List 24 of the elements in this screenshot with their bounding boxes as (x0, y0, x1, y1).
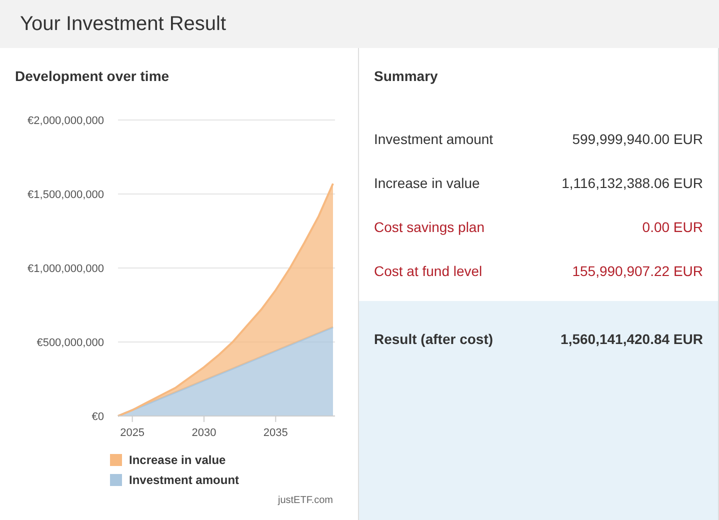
x-axis-label: 2035 (263, 427, 288, 439)
x-axis-label: 2025 (120, 427, 145, 439)
summary-label: Cost savings plan (374, 218, 485, 237)
summary-label: Cost at fund level (374, 262, 482, 280)
result-value: 1,560,141,420.84 EUR (560, 330, 703, 349)
summary-label: Investment amount (374, 130, 494, 148)
y-axis-label: €1,000,000,000 (28, 263, 104, 275)
summary-value: 0.00 EUR (642, 218, 703, 236)
chart-credit: justETF.com (278, 494, 333, 508)
summary-label: Increase in value (374, 174, 480, 192)
summary-value: 1,116,132,388.06 EUR (562, 174, 703, 192)
legend-label: Increase in value (129, 452, 226, 469)
panel-title: Summary (374, 67, 439, 86)
y-axis-label: €1,500,000,000 (28, 189, 104, 201)
page-title: Your Investment Result (20, 12, 226, 37)
summary-value: 599,999,940.00 EUR (572, 130, 703, 148)
panel-title: Development over time (14, 67, 170, 86)
y-axis-label: €500,000,000 (36, 337, 104, 349)
x-axis-label: 2030 (192, 427, 216, 439)
legend-label: Investment amount (129, 472, 240, 489)
result-label: Result (after cost) (374, 330, 494, 349)
summary-value: 155,990,907.22 EUR (572, 262, 703, 280)
y-axis-label: €2,000,000,000 (28, 115, 104, 127)
y-axis-label: €0 (92, 411, 104, 423)
